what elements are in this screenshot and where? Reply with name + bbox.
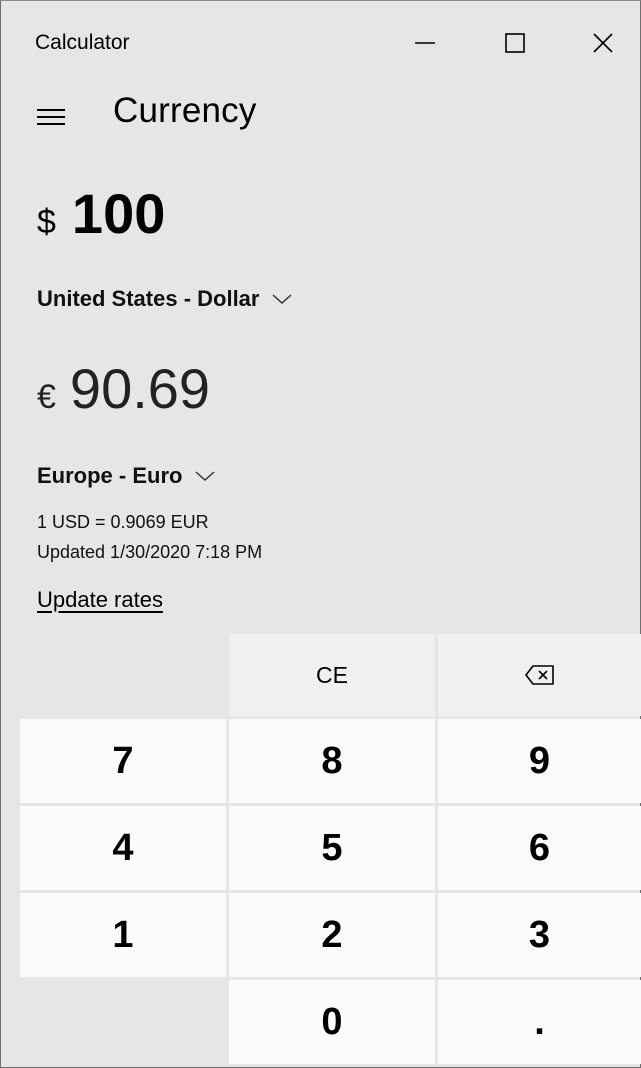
digit-3-button[interactable]: 3 — [438, 893, 641, 977]
maximize-icon — [505, 33, 525, 53]
title-bar: Calculator — [1, 1, 641, 81]
digit-8-button[interactable]: 8 — [229, 719, 435, 803]
to-value-display[interactable]: € 90.69 — [37, 356, 210, 421]
close-icon — [593, 33, 613, 53]
digit-1-button[interactable]: 1 — [20, 893, 226, 977]
from-amount: 100 — [71, 182, 166, 245]
to-currency-symbol: € — [37, 378, 56, 416]
app-title: Calculator — [35, 31, 130, 54]
digit-2-button[interactable]: 2 — [229, 893, 435, 977]
from-currency-label: United States - Dollar — [37, 286, 260, 311]
digit-4-button[interactable]: 4 — [20, 806, 226, 890]
digit-7-button[interactable]: 7 — [20, 719, 226, 803]
maximize-button[interactable] — [475, 15, 555, 71]
chevron-down-icon — [195, 471, 215, 482]
from-value-display[interactable]: $ 100 — [37, 181, 165, 246]
digit-6-button[interactable]: 6 — [438, 806, 641, 890]
exchange-rate-text: 1 USD = 0.9069 EUR — [37, 512, 209, 532]
clear-entry-button[interactable]: CE — [229, 634, 435, 716]
digit-9-button[interactable]: 9 — [438, 719, 641, 803]
digit-0-button[interactable]: 0 — [229, 980, 435, 1064]
mode-title: Currency — [113, 91, 257, 130]
minimize-button[interactable] — [385, 15, 465, 71]
to-amount: 90.69 — [69, 357, 211, 420]
minimize-icon — [415, 42, 435, 44]
backspace-button[interactable] — [438, 634, 641, 716]
to-currency-label: Europe - Euro — [37, 463, 183, 488]
backspace-icon — [524, 665, 554, 685]
digit-5-button[interactable]: 5 — [229, 806, 435, 890]
from-currency-symbol: $ — [37, 203, 56, 241]
rate-updated-timestamp: Updated 1/30/2020 7:18 PM — [37, 542, 263, 562]
close-button[interactable] — [563, 15, 641, 71]
calculator-window: Calculator Currency $ 100 United States … — [0, 0, 641, 1068]
from-currency-dropdown[interactable]: United States - Dollar — [37, 286, 293, 312]
update-rates-link[interactable]: Update rates — [37, 587, 163, 613]
navigation-menu-button[interactable] — [31, 97, 71, 137]
chevron-down-icon — [272, 294, 292, 305]
to-currency-dropdown[interactable]: Europe - Euro — [37, 463, 216, 489]
decimal-point-button[interactable]: . — [438, 980, 641, 1064]
hamburger-icon — [37, 109, 65, 125]
